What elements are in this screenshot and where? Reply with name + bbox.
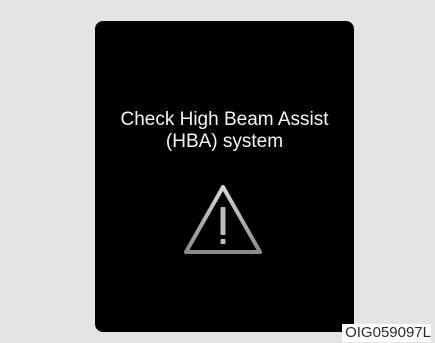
cluster-display: Check High Beam Assist (HBA) system	[95, 21, 354, 332]
figure-code: OIG059097L	[342, 324, 431, 342]
message-line-1: Check High Beam Assist	[120, 109, 329, 130]
background-panel: Check High Beam Assist (HBA) system	[0, 0, 435, 343]
warning-message: Check High Beam Assist (HBA) system	[95, 109, 354, 153]
warning-triangle-icon	[184, 185, 262, 254]
message-line-2: (HBA) system	[165, 131, 284, 152]
